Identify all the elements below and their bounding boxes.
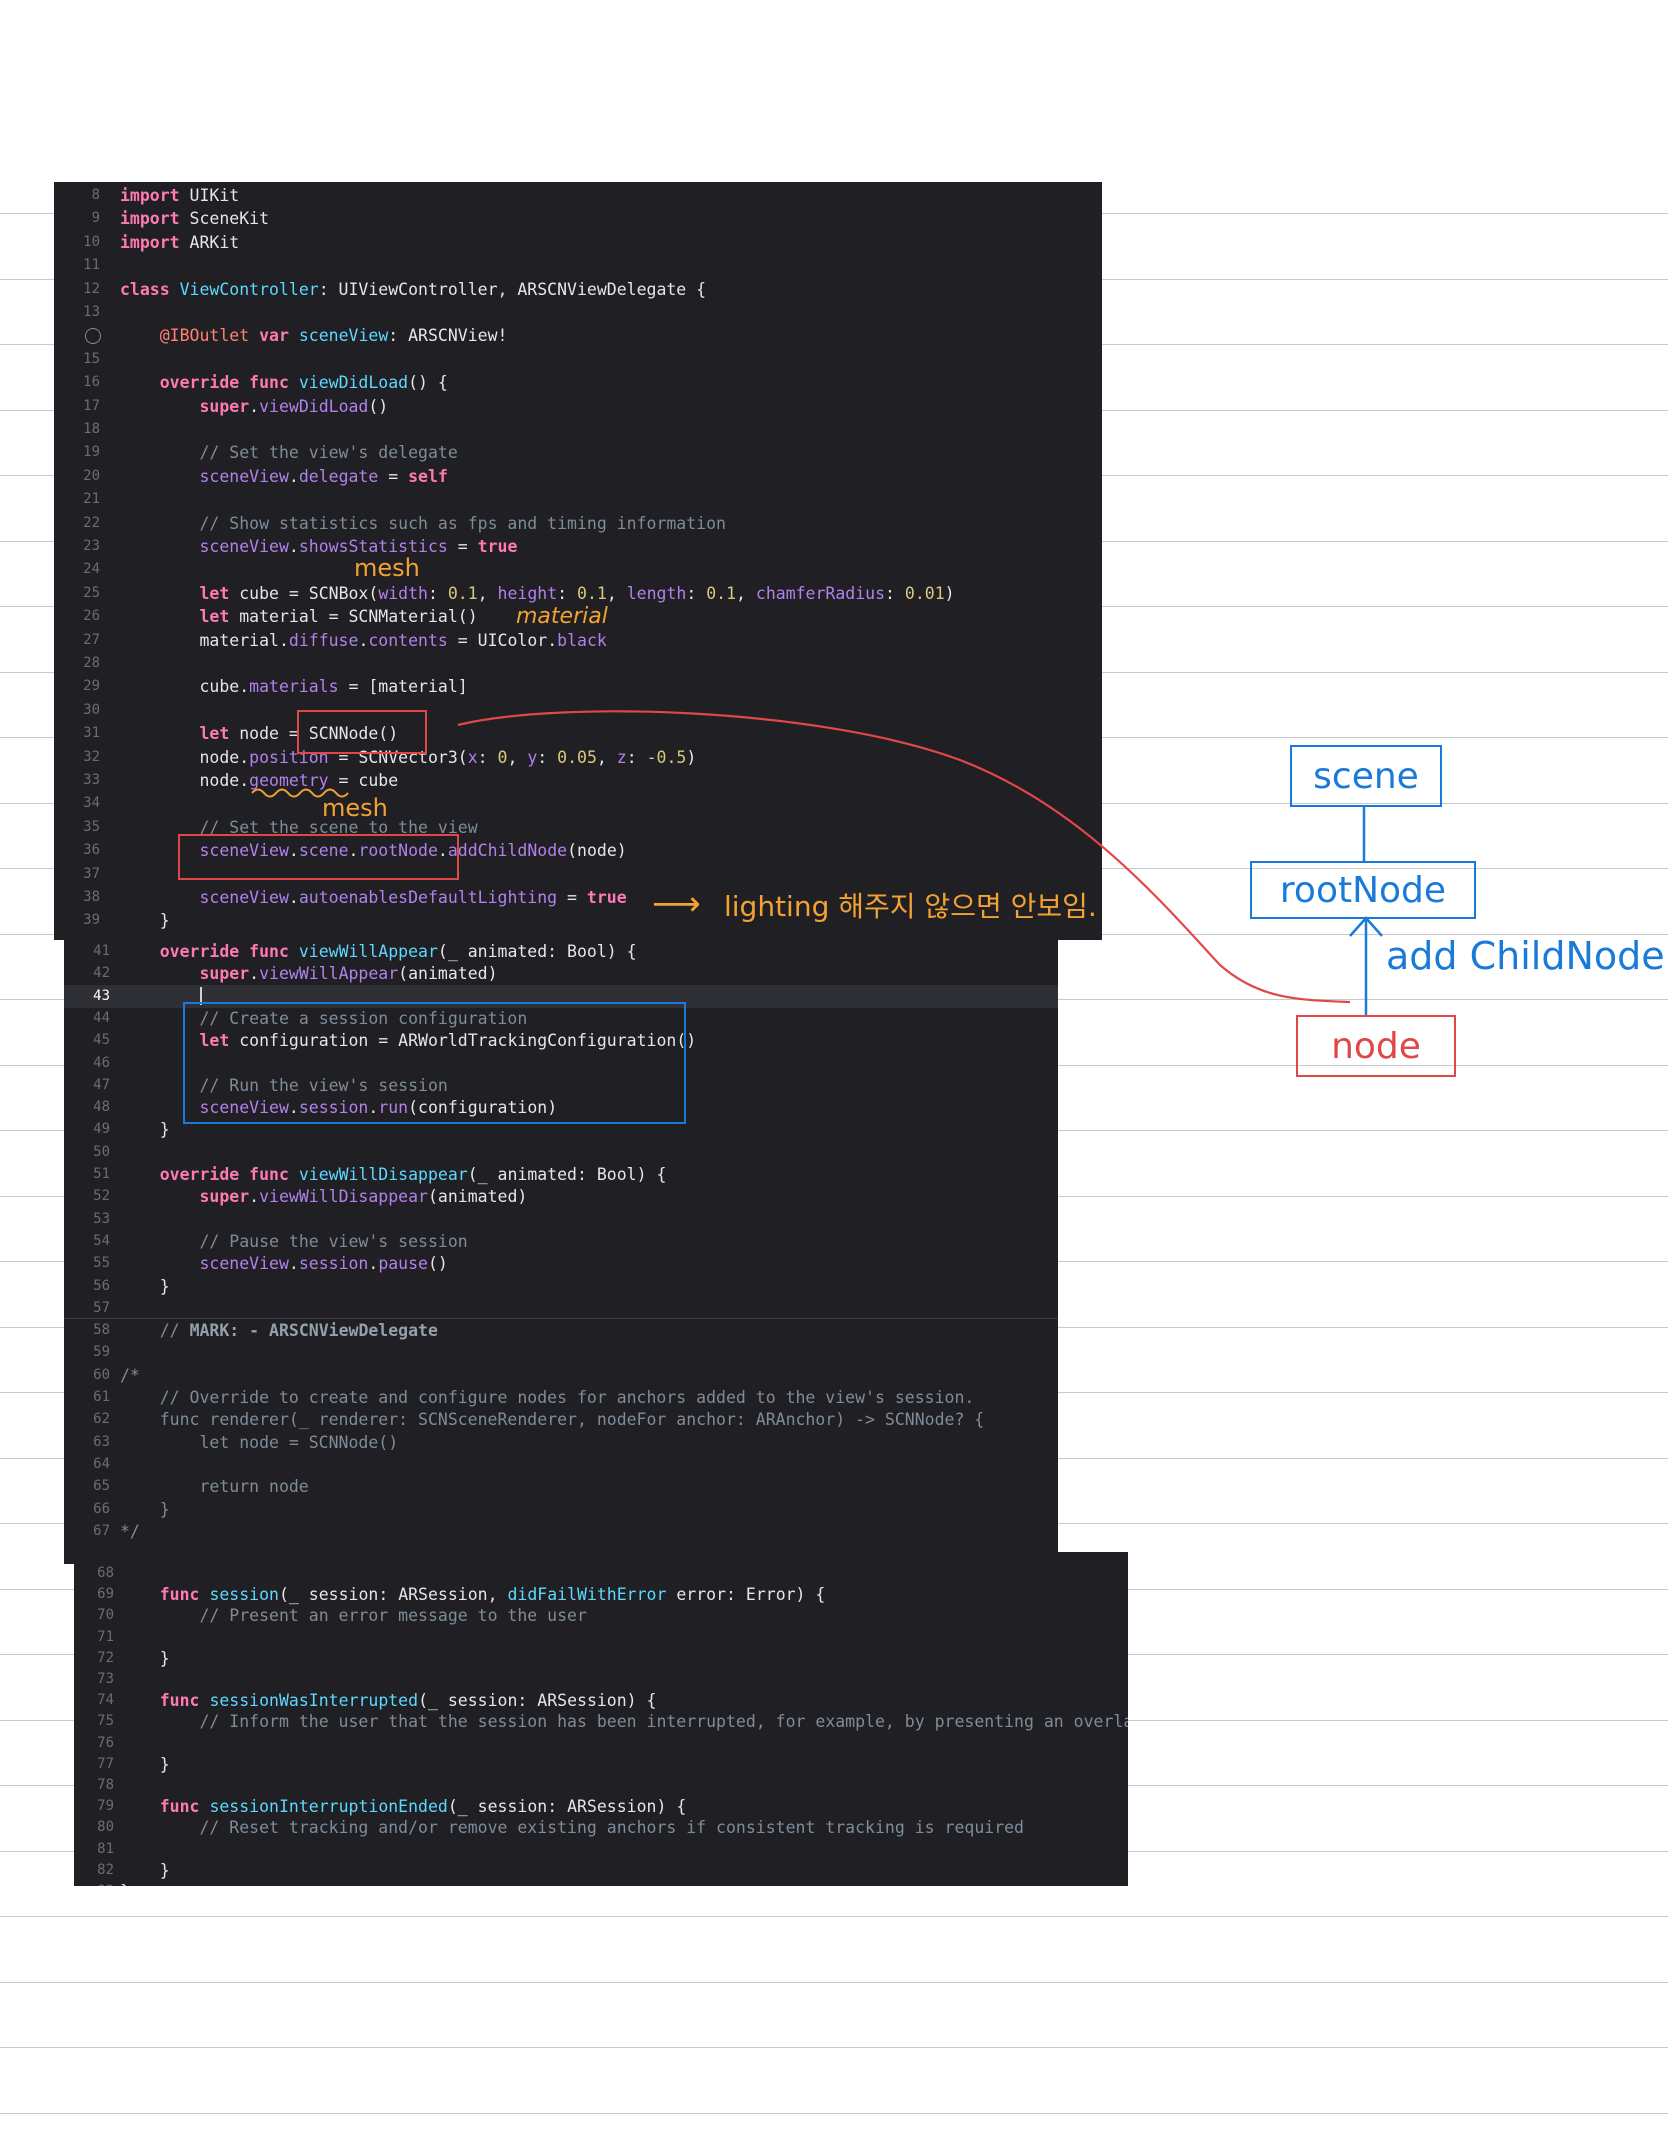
red-connector-curve xyxy=(457,710,1351,1004)
annotation-strokes xyxy=(251,710,1383,1015)
geometry-squiggle xyxy=(251,788,349,798)
